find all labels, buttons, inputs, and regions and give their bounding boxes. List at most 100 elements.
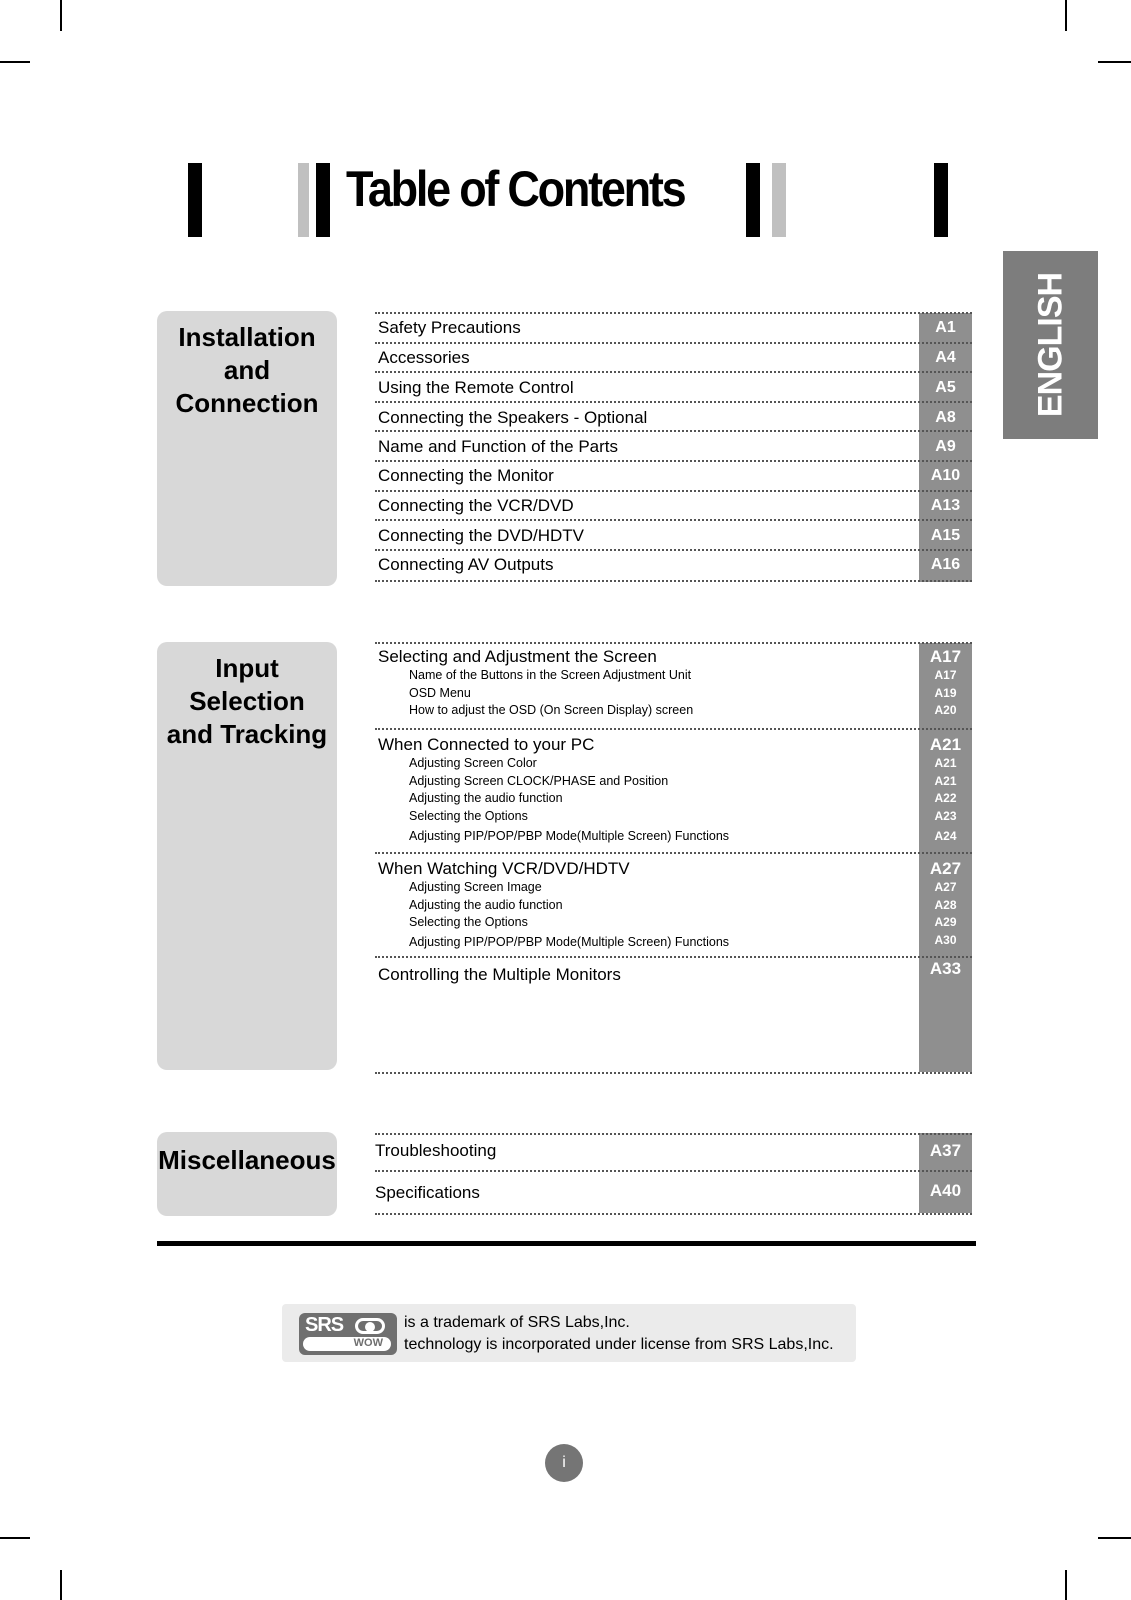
toc-subentry[interactable]: OSD Menu bbox=[409, 686, 471, 700]
toc-subpage[interactable]: A21 bbox=[919, 774, 972, 788]
toc-subentry[interactable]: Selecting the Options bbox=[409, 915, 528, 929]
toc-subentry[interactable]: Adjusting Screen CLOCK/PHASE and Positio… bbox=[409, 774, 668, 788]
divider bbox=[375, 1133, 972, 1135]
toc-page[interactable]: A21 bbox=[919, 735, 972, 755]
divider bbox=[375, 1072, 972, 1074]
divider bbox=[375, 1213, 972, 1215]
toc-subentry[interactable]: Adjusting PIP/POP/PBP Mode(Multiple Scre… bbox=[409, 829, 729, 843]
toc-page[interactable]: A13 bbox=[919, 497, 972, 515]
divider bbox=[375, 401, 972, 403]
divider bbox=[375, 580, 972, 582]
toc-subentry[interactable]: Name of the Buttons in the Screen Adjust… bbox=[409, 668, 691, 682]
toc-subentry[interactable]: Adjusting PIP/POP/PBP Mode(Multiple Scre… bbox=[409, 935, 729, 949]
crop-mark bbox=[1065, 0, 1067, 31]
crop-mark bbox=[60, 0, 62, 31]
divider bbox=[375, 460, 972, 462]
section-rule bbox=[157, 1241, 976, 1246]
toc-subpage[interactable]: A28 bbox=[919, 898, 972, 912]
toc-entry[interactable]: Specifications bbox=[375, 1183, 480, 1203]
language-tab: ENGLISH bbox=[1003, 251, 1098, 439]
toc-page[interactable]: A10 bbox=[919, 467, 972, 485]
srs-logo-text: SRS bbox=[305, 1314, 344, 1336]
toc-subentry[interactable]: How to adjust the OSD (On Screen Display… bbox=[409, 703, 693, 717]
crop-mark bbox=[1098, 1537, 1131, 1539]
toc-page[interactable]: A4 bbox=[919, 349, 972, 367]
divider bbox=[375, 490, 972, 492]
toc-page[interactable]: A15 bbox=[919, 527, 972, 545]
srs-logo: SRS WOW bbox=[299, 1313, 397, 1355]
divider bbox=[375, 549, 972, 551]
toc-entry[interactable]: Safety Precautions bbox=[378, 318, 521, 338]
toc-entry[interactable]: Connecting the Speakers - Optional bbox=[378, 408, 647, 428]
toc-subentry[interactable]: Adjusting Screen Image bbox=[409, 880, 542, 894]
crop-mark bbox=[1065, 1570, 1067, 1600]
toc-page[interactable]: A40 bbox=[919, 1181, 972, 1201]
toc-page[interactable]: A17 bbox=[919, 647, 972, 667]
toc-page[interactable]: A5 bbox=[919, 379, 972, 397]
toc-entry[interactable]: Using the Remote Control bbox=[378, 378, 574, 398]
toc-subpage[interactable]: A23 bbox=[919, 809, 972, 823]
toc-subpage[interactable]: A27 bbox=[919, 880, 972, 894]
toc-entry[interactable]: Connecting the VCR/DVD bbox=[378, 496, 574, 516]
toc-page[interactable]: A1 bbox=[919, 319, 972, 337]
trademark-line-2: technology is incorporated under license… bbox=[404, 1336, 834, 1353]
toc-entry[interactable]: Selecting and Adjustment the Screen bbox=[378, 647, 657, 667]
divider bbox=[375, 1170, 972, 1172]
toc-page[interactable]: A27 bbox=[919, 859, 972, 879]
crop-mark bbox=[60, 1570, 62, 1600]
section-label-miscellaneous: Miscellaneous bbox=[157, 1132, 337, 1216]
divider bbox=[375, 430, 972, 432]
toc-entry[interactable]: Controlling the Multiple Monitors bbox=[378, 965, 621, 985]
toc-subpage[interactable]: A24 bbox=[919, 829, 972, 843]
toc-subentry[interactable]: Adjusting Screen Color bbox=[409, 756, 537, 770]
toc-entry[interactable]: Accessories bbox=[378, 348, 470, 368]
section-label-input-selection: Input Selection and Tracking bbox=[157, 642, 337, 1070]
page-number-badge: i bbox=[545, 1444, 583, 1482]
srs-logo-sub: WOW bbox=[353, 1337, 383, 1349]
toc-subpage[interactable]: A29 bbox=[919, 915, 972, 929]
title-bar-decoration bbox=[298, 163, 309, 237]
toc-subentry[interactable]: Adjusting the audio function bbox=[409, 898, 563, 912]
toc-page[interactable]: A8 bbox=[919, 409, 972, 427]
toc-subpage[interactable]: A17 bbox=[919, 668, 972, 682]
toc-page[interactable]: A37 bbox=[919, 1141, 972, 1161]
crop-mark bbox=[0, 61, 30, 63]
divider bbox=[375, 519, 972, 521]
title-bar-decoration bbox=[188, 163, 202, 237]
divider bbox=[375, 852, 972, 854]
trademark-line-1: is a trademark of SRS Labs,Inc. bbox=[404, 1314, 630, 1331]
toc-subpage[interactable]: A22 bbox=[919, 791, 972, 805]
crop-mark bbox=[0, 1537, 30, 1539]
title-bar-decoration bbox=[746, 163, 760, 237]
toc-entry[interactable]: When Watching VCR/DVD/HDTV bbox=[378, 859, 630, 879]
toc-subpage[interactable]: A20 bbox=[919, 703, 972, 717]
title-bar-decoration bbox=[934, 163, 948, 237]
toc-subpage[interactable]: A21 bbox=[919, 756, 972, 770]
toc-page[interactable]: A9 bbox=[919, 438, 972, 456]
toc-entry[interactable]: Connecting the DVD/HDTV bbox=[378, 526, 584, 546]
toc-subpage[interactable]: A30 bbox=[919, 933, 972, 947]
toc-subentry[interactable]: Adjusting the audio function bbox=[409, 791, 563, 805]
divider bbox=[375, 642, 972, 644]
toc-page[interactable]: A16 bbox=[919, 556, 972, 574]
toc-subpage[interactable]: A19 bbox=[919, 686, 972, 700]
toc-subentry[interactable]: Selecting the Options bbox=[409, 809, 528, 823]
toc-entry[interactable]: Connecting AV Outputs bbox=[378, 555, 553, 575]
toc-entry[interactable]: Connecting the Monitor bbox=[378, 466, 554, 486]
divider bbox=[375, 728, 972, 730]
toc-entry[interactable]: When Connected to your PC bbox=[378, 735, 594, 755]
toc-entry[interactable]: Name and Function of the Parts bbox=[378, 437, 618, 457]
divider bbox=[375, 312, 972, 314]
crop-mark bbox=[1098, 61, 1131, 63]
divider bbox=[375, 956, 972, 958]
divider bbox=[375, 371, 972, 373]
toc-entry[interactable]: Troubleshooting bbox=[375, 1141, 496, 1161]
srs-circle-icon bbox=[355, 1318, 385, 1334]
toc-page[interactable]: A33 bbox=[919, 959, 972, 979]
divider bbox=[375, 342, 972, 344]
language-label: ENGLISH bbox=[1031, 272, 1069, 418]
title-bar-decoration bbox=[772, 163, 786, 237]
section-label-installation: Installation and Connection bbox=[157, 311, 337, 586]
title-bar-decoration bbox=[316, 163, 330, 237]
page-title: Table of Contents bbox=[346, 161, 687, 217]
